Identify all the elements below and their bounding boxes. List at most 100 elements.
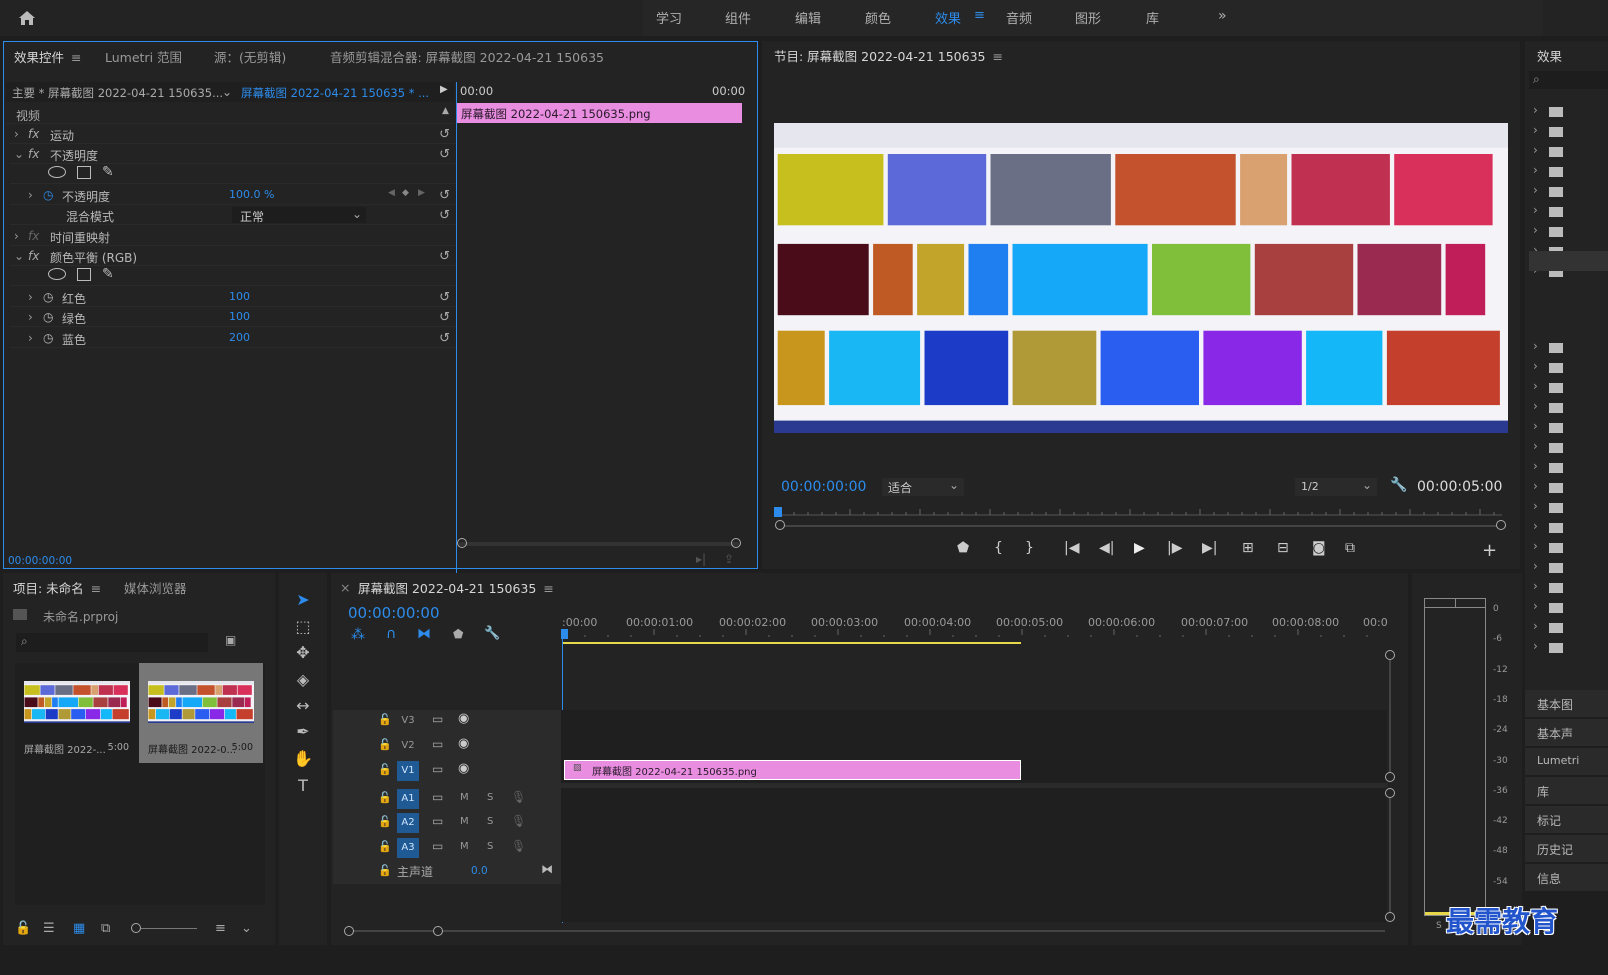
filter-icon[interactable]: ▸| bbox=[696, 552, 706, 566]
export-icon[interactable]: ⇪ bbox=[724, 552, 734, 566]
effects-folder[interactable]: › bbox=[1533, 379, 1603, 397]
lock-icon[interactable]: 🔓 bbox=[15, 921, 31, 936]
eye-icon[interactable]: ◉ bbox=[458, 736, 469, 751]
expand-chevron-icon[interactable]: › bbox=[28, 310, 33, 324]
reset-icon[interactable]: ↺ bbox=[439, 310, 450, 325]
param-row-green[interactable]: › ◷ 绿色 100 ↺ bbox=[10, 307, 456, 327]
step-forward-icon[interactable]: |▶ bbox=[1167, 540, 1182, 556]
lock-icon[interactable]: 🔓 bbox=[378, 791, 392, 804]
tab-effects[interactable]: 效果 bbox=[1537, 46, 1562, 65]
effects-folder[interactable]: › bbox=[1533, 459, 1603, 477]
track-target[interactable]: V2 bbox=[397, 736, 419, 756]
panel-menu-icon[interactable]: ≡ bbox=[543, 581, 553, 596]
selection-tool-icon[interactable]: ➤ bbox=[290, 590, 316, 614]
a-scrollbar[interactable] bbox=[1389, 798, 1391, 912]
solo-button[interactable]: S bbox=[487, 816, 493, 827]
fx-icon[interactable]: fx bbox=[28, 249, 39, 263]
reset-icon[interactable]: ↺ bbox=[439, 290, 450, 305]
play-icon[interactable]: ▶ bbox=[1134, 540, 1145, 556]
project-item-selected[interactable]: 屏幕截图 2022-0... 5:00 bbox=[139, 663, 263, 763]
side-tab-lumetri[interactable]: Lumetri bbox=[1525, 748, 1608, 775]
effects-folder[interactable]: › bbox=[1533, 359, 1603, 377]
mini-zoom-scrollbar[interactable] bbox=[459, 542, 739, 546]
ec-timecode[interactable]: 00:00:00:00 bbox=[8, 555, 72, 567]
track-target[interactable]: A3 bbox=[397, 838, 419, 858]
effects-folder[interactable]: › bbox=[1533, 399, 1603, 417]
lock-icon[interactable]: 🔓 bbox=[378, 864, 392, 877]
zoom-slider[interactable] bbox=[141, 928, 197, 929]
sort-icon[interactable]: ≡ bbox=[215, 921, 226, 936]
blend-mode-select[interactable]: 正常 ⌄ bbox=[232, 207, 366, 224]
effects-folder[interactable]: › bbox=[1533, 539, 1603, 557]
slip-tool-icon[interactable]: ↔ bbox=[290, 696, 316, 720]
zoom-bar[interactable] bbox=[776, 525, 1506, 527]
expand-chevron-icon[interactable]: › bbox=[14, 127, 19, 141]
rectangle-mask-icon[interactable] bbox=[77, 166, 91, 179]
new-bin-icon[interactable]: ▣ bbox=[225, 633, 236, 647]
icon-view-icon[interactable]: ▦ bbox=[73, 921, 85, 936]
collapse-chevron-icon[interactable]: ⌄ bbox=[14, 249, 24, 263]
effect-row-color-balance[interactable]: ⌄ fx 颜色平衡 (RGB) ↺ bbox=[10, 246, 456, 266]
reset-icon[interactable]: ↺ bbox=[439, 208, 450, 223]
green-value[interactable]: 100 bbox=[229, 310, 250, 323]
zoom-handle-left[interactable] bbox=[457, 538, 467, 548]
effect-row-opacity[interactable]: ⌄ fx 不透明度 ↺ bbox=[10, 144, 456, 164]
timeline-ruler[interactable]: :00:00 00:00:01:00 00:00:02:00 00:00:03:00 0… bbox=[562, 613, 1388, 643]
eye-icon[interactable]: ◉ bbox=[458, 761, 469, 776]
work-area-bar[interactable] bbox=[562, 642, 1021, 644]
timeline-clip[interactable]: ▨ 屏幕截图 2022-04-21 150635.png bbox=[564, 760, 1021, 780]
reset-icon[interactable]: ↺ bbox=[439, 331, 450, 346]
tab-lumetri-scopes[interactable]: Lumetri 范围 bbox=[105, 47, 182, 66]
playhead-timecode[interactable]: 00:00:00:00 bbox=[781, 479, 866, 495]
side-tab-essential-sound[interactable]: 基本声 bbox=[1525, 719, 1608, 746]
mute-button[interactable]: M bbox=[460, 841, 469, 852]
effects-folder[interactable]: › bbox=[1533, 599, 1603, 617]
side-tab-markers[interactable]: 标记 bbox=[1525, 806, 1608, 833]
v-scroll-handle[interactable] bbox=[1385, 772, 1395, 782]
effects-folder[interactable]: › bbox=[1533, 143, 1603, 161]
home-icon[interactable] bbox=[17, 8, 37, 28]
h-scrollbar[interactable] bbox=[345, 930, 1385, 932]
linked-selection-icon[interactable]: ⧓ bbox=[417, 626, 431, 642]
lock-icon[interactable]: 🔓 bbox=[378, 815, 392, 828]
chevron-down-icon[interactable]: ⌄ bbox=[222, 85, 232, 99]
ws-tab-color[interactable]: 颜色 bbox=[865, 8, 891, 27]
side-tab-info[interactable]: 信息 bbox=[1525, 864, 1608, 891]
panel-menu-icon[interactable]: ≡ bbox=[71, 50, 81, 65]
track-target[interactable]: V3 bbox=[397, 711, 419, 731]
stopwatch-icon[interactable]: ◷ bbox=[43, 188, 53, 202]
h-scroll-handle-right[interactable] bbox=[433, 926, 443, 936]
playhead-marker[interactable] bbox=[561, 629, 568, 639]
mark-out-icon[interactable]: } bbox=[1025, 540, 1034, 556]
mini-clip-bar[interactable]: 屏幕截图 2022-04-21 150635.png bbox=[457, 103, 742, 123]
step-back-icon[interactable]: ◀| bbox=[1099, 540, 1114, 556]
clip-name-label[interactable]: 屏幕截图 2022-04-21 150635 * ... bbox=[241, 85, 429, 101]
param-row-opacity[interactable]: › ◷ 不透明度 100.0 % ◀ ◆ ▶ ↺ bbox=[10, 185, 456, 205]
lock-icon[interactable]: 🔓 bbox=[378, 738, 392, 751]
effects-search-input[interactable]: ⌕ bbox=[1529, 71, 1608, 89]
panel-menu-icon[interactable]: ≡ bbox=[91, 581, 101, 596]
pen-mask-icon[interactable]: ✎ bbox=[102, 266, 114, 282]
expand-chevron-icon[interactable]: › bbox=[28, 188, 33, 202]
video-audio-divider[interactable] bbox=[561, 783, 1387, 788]
menu-icon[interactable]: ≡ bbox=[974, 8, 985, 23]
a-scroll-handle[interactable] bbox=[1385, 912, 1395, 922]
tab-project[interactable]: 项目: 未命名 ≡ bbox=[13, 578, 101, 597]
selected-tree-item[interactable] bbox=[1529, 251, 1608, 271]
microphone-icon[interactable]: 🎙 bbox=[511, 814, 526, 828]
h-scroll-handle-left[interactable] bbox=[344, 926, 354, 936]
go-to-end-icon[interactable]: ⧓ bbox=[541, 862, 553, 876]
wrench-icon[interactable]: 🔧 bbox=[484, 626, 500, 641]
track-target[interactable]: A2 bbox=[397, 813, 419, 833]
freeform-view-icon[interactable]: ⧉ bbox=[101, 921, 110, 936]
effects-folder[interactable]: › bbox=[1533, 339, 1603, 357]
prev-keyframe-icon[interactable]: ◀ bbox=[388, 188, 395, 198]
fx-icon[interactable]: fx bbox=[28, 127, 39, 141]
panel-menu-icon[interactable]: ≡ bbox=[993, 49, 1003, 64]
effect-row-time-remap[interactable]: › fx 时间重映射 bbox=[10, 226, 456, 246]
master-clip-label[interactable]: 主要 * 屏幕截图 2022-04-21 150635... bbox=[12, 85, 223, 101]
effects-folder[interactable]: › bbox=[1533, 639, 1603, 657]
stopwatch-icon[interactable]: ◷ bbox=[43, 331, 53, 345]
sync-lock-icon[interactable]: ▭ bbox=[432, 737, 443, 751]
eye-icon[interactable]: ◉ bbox=[458, 711, 469, 726]
